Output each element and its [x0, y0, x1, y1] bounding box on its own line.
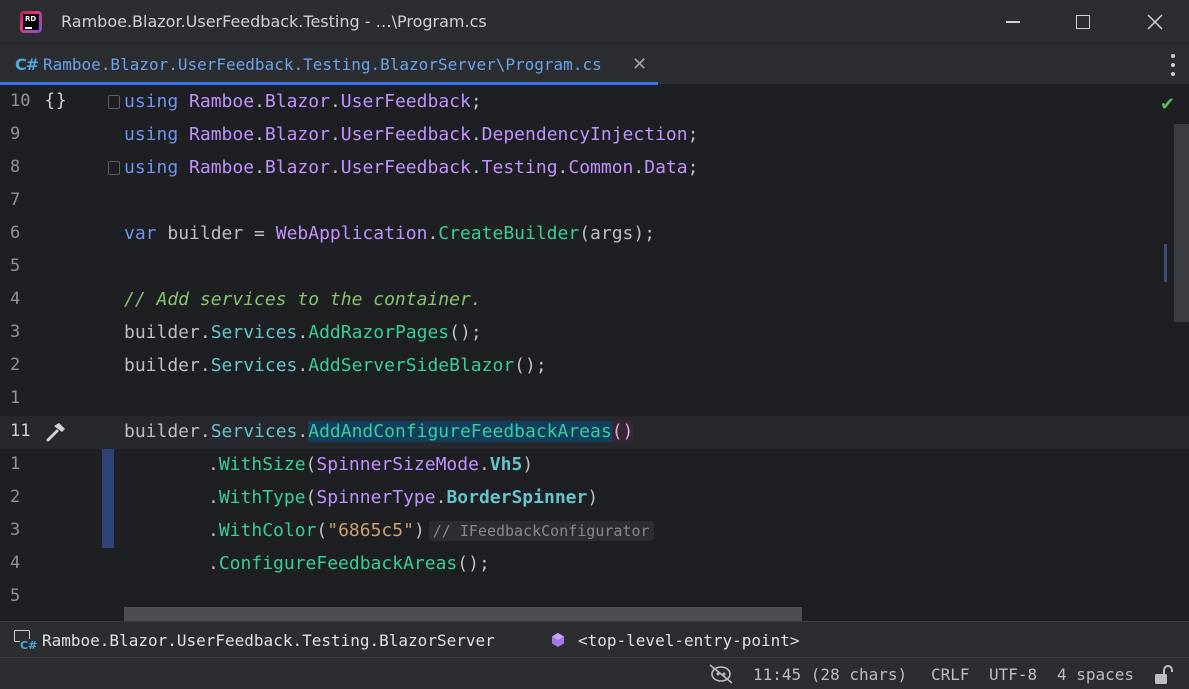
- fold-end-icon[interactable]: [108, 161, 120, 175]
- line-number: 11: [10, 421, 31, 441]
- code-editor[interactable]: 10 {} using Ramboe.Blazor.UserFeedback; …: [0, 86, 1189, 621]
- line-number: 4: [10, 289, 21, 309]
- current-code-line: 11 builder.Services.AddAndConfigureFeedb…: [0, 416, 1189, 449]
- selected-text: AddAndConfigureFeedbackAreas: [308, 421, 612, 442]
- indent-setting[interactable]: 4 spaces: [1057, 665, 1134, 684]
- cube-icon: [552, 633, 564, 647]
- code-text: builder.Services.AddRazorPages();: [124, 322, 482, 343]
- line-number: 2: [10, 355, 21, 375]
- code-line: 5: [0, 251, 1189, 284]
- line-number: 1: [10, 388, 21, 408]
- scrollbar-change-marker: [1164, 244, 1167, 282]
- line-number: 2: [10, 487, 21, 507]
- status-bar: 11:45 (28 chars) CRLF UTF-8 4 spaces: [0, 657, 1189, 689]
- code-text: var builder = WebApplication.CreateBuild…: [124, 223, 656, 244]
- code-line: 2 builder.Services.AddServerSideBlazor()…: [0, 350, 1189, 383]
- editor-tab-bar: C# Ramboe.Blazor.UserFeedback.Testing.Bl…: [0, 44, 1189, 85]
- caret-position[interactable]: 11:45 (28 chars): [753, 665, 907, 684]
- code-line: 1 .WithSize(SpinnerSizeMode.Vh5): [0, 449, 1189, 482]
- line-number: 1: [10, 454, 21, 474]
- line-number: 7: [10, 190, 21, 210]
- logo-text: RD: [25, 15, 37, 23]
- tab-label: Ramboe.Blazor.UserFeedback.Testing.Blazo…: [43, 55, 602, 74]
- code-text: builder.Services.AddAndConfigureFeedback…: [124, 421, 634, 442]
- code-line: 4 .ConfigureFeedbackAreas();: [0, 548, 1189, 581]
- csharp-project-icon: C#: [14, 630, 38, 652]
- tab-close-button[interactable]: ✕: [632, 54, 647, 75]
- inlay-type-hint: // IFeedbackConfigurator: [428, 521, 654, 541]
- hidden-popup-edge: [124, 607, 802, 621]
- code-line: 2 .WithType(SpinnerType.BorderSpinner): [0, 482, 1189, 515]
- code-line: 3 .WithColor("6865c5")// IFeedbackConfig…: [0, 515, 1189, 548]
- line-number: 6: [10, 223, 21, 243]
- breadcrumb-entry-point[interactable]: <top-level-entry-point>: [578, 631, 800, 650]
- code-text: .WithColor("6865c5")// IFeedbackConfigur…: [208, 520, 654, 541]
- minimize-icon: [1006, 21, 1020, 23]
- namespace-braces-icon[interactable]: {}: [44, 90, 67, 111]
- minimize-button[interactable]: [990, 0, 1036, 44]
- maximize-button[interactable]: [1060, 0, 1106, 44]
- code-line: 7: [0, 185, 1189, 218]
- code-line: 1: [0, 383, 1189, 416]
- tab-program-cs[interactable]: C# Ramboe.Blazor.UserFeedback.Testing.Bl…: [0, 44, 658, 85]
- breadcrumb-project[interactable]: Ramboe.Blazor.UserFeedback.Testing.Blazo…: [42, 631, 495, 650]
- code-text: .ConfigureFeedbackAreas();: [208, 553, 490, 574]
- file-encoding[interactable]: UTF-8: [989, 665, 1037, 684]
- line-number: 4: [10, 553, 21, 573]
- window-title: Ramboe.Blazor.UserFeedback.Testing - …\P…: [61, 12, 487, 31]
- code-line: 6 var builder = WebApplication.CreateBui…: [0, 218, 1189, 251]
- line-ending[interactable]: CRLF: [931, 665, 970, 684]
- code-text: using Ramboe.Blazor.UserFeedback.Testing…: [124, 157, 699, 178]
- code-text: .WithSize(SpinnerSizeMode.Vh5): [208, 454, 534, 475]
- code-line: 8 using Ramboe.Blazor.UserFeedback.Testi…: [0, 152, 1189, 185]
- code-line: 3 builder.Services.AddRazorPages();: [0, 317, 1189, 350]
- code-text: using Ramboe.Blazor.UserFeedback.Depende…: [124, 124, 699, 145]
- code-line: 10 {} using Ramboe.Blazor.UserFeedback;: [0, 86, 1189, 119]
- code-line: 9 using Ramboe.Blazor.UserFeedback.Depen…: [0, 119, 1189, 152]
- code-text: builder.Services.AddServerSideBlazor();: [124, 355, 547, 376]
- vertical-scrollbar[interactable]: [1174, 124, 1189, 322]
- code-text: using Ramboe.Blazor.UserFeedback;: [124, 91, 482, 112]
- line-number: 8: [10, 157, 21, 177]
- line-number: 10: [10, 91, 31, 111]
- maximize-icon: [1076, 15, 1090, 29]
- fold-start-icon[interactable]: [108, 95, 120, 109]
- code-line: 4 // Add services to the container.: [0, 284, 1189, 317]
- title-bar: RD Ramboe.Blazor.UserFeedback.Testing - …: [0, 0, 1189, 44]
- code-text: .WithType(SpinnerType.BorderSpinner): [208, 487, 599, 508]
- csharp-file-icon: C#: [15, 55, 39, 74]
- code-comment: // Add services to the container.: [124, 289, 482, 310]
- rider-logo-icon: RD: [20, 11, 42, 33]
- more-options-icon[interactable]: [1166, 54, 1180, 76]
- hammer-icon[interactable]: [44, 420, 68, 449]
- line-number: 5: [10, 586, 21, 606]
- line-number: 9: [10, 124, 21, 144]
- unlock-icon[interactable]: [1152, 664, 1174, 686]
- close-window-button[interactable]: [1132, 0, 1178, 44]
- line-number: 3: [10, 322, 21, 342]
- line-number: 5: [10, 256, 21, 276]
- active-tab-indicator: [0, 82, 658, 85]
- no-problems-check-icon[interactable]: ✔: [1160, 94, 1175, 115]
- close-icon: [1147, 14, 1163, 30]
- navigation-bar: C# Ramboe.Blazor.UserFeedback.Testing.Bl…: [0, 621, 1189, 657]
- line-number: 3: [10, 520, 21, 540]
- code-vision-disabled-icon[interactable]: [706, 662, 736, 686]
